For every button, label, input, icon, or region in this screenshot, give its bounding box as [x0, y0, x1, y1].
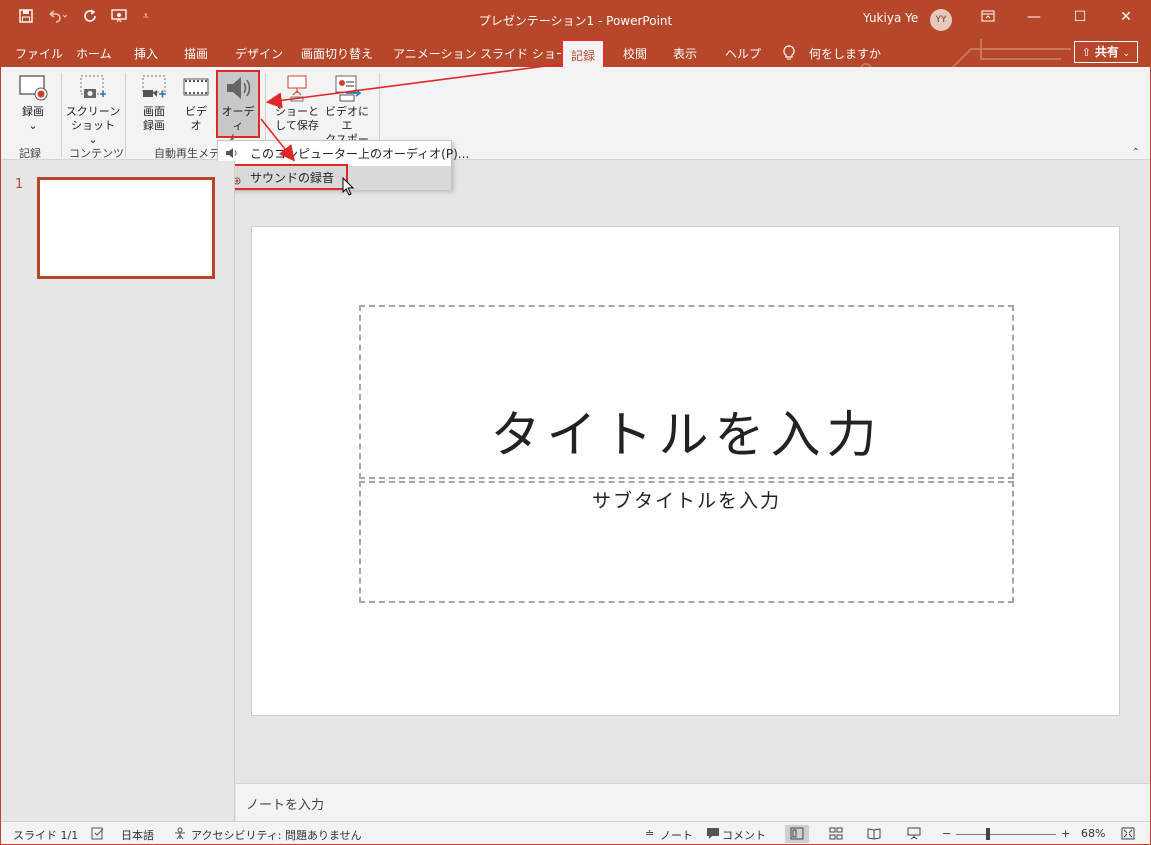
zoom-slider[interactable] [956, 834, 1056, 835]
language-indicator[interactable]: 日本語 [121, 827, 154, 843]
notes-placeholder: ノートを入力 [246, 798, 325, 813]
slide-thumbnail[interactable] [37, 177, 215, 279]
slide-canvas[interactable]: タイトルを入力 サブタイトルを入力 [251, 226, 1120, 716]
slide-sorter-icon[interactable] [829, 827, 843, 840]
zoom-out-icon[interactable]: − [942, 827, 951, 840]
comments-toggle[interactable]: コメント [722, 827, 766, 843]
subtitle-placeholder[interactable]: サブタイトルを入力 [359, 481, 1014, 603]
slideshow-view-icon[interactable] [907, 827, 921, 840]
spelling-check-icon[interactable] [91, 827, 105, 840]
zoom-in-icon[interactable]: + [1061, 827, 1070, 840]
mouse-cursor-icon [342, 177, 355, 196]
title-placeholder[interactable]: タイトルを入力 [359, 305, 1014, 479]
fit-to-window-icon[interactable] [1121, 827, 1135, 840]
slide-number: 1 [15, 177, 24, 192]
zoom-level[interactable]: 68% [1081, 827, 1105, 840]
status-bar: スライド 1/1 日本語 アクセシビリティ: 問題ありません ≐ ノート コメン… [1, 821, 1150, 844]
title-placeholder-text: タイトルを入力 [490, 406, 883, 464]
notes-toggle-icon[interactable]: ≐ [645, 827, 654, 840]
zoom-slider-thumb[interactable] [986, 828, 990, 840]
slide-thumbnail-pane: 1 [1, 161, 235, 821]
subtitle-placeholder-text: サブタイトルを入力 [591, 490, 781, 512]
comment-icon[interactable] [706, 827, 720, 840]
accessibility-icon [173, 827, 187, 840]
slide-indicator: スライド 1/1 [13, 829, 79, 842]
powerpoint-window: ⩡ プレゼンテーション1 - PowerPoint Yukiya Ye YY —… [0, 0, 1151, 845]
notes-toggle[interactable]: ノート [660, 827, 693, 843]
notes-pane[interactable]: ノートを入力 [236, 783, 1150, 821]
accessibility-status[interactable]: アクセシビリティ: 問題ありません [191, 827, 362, 843]
reading-view-icon[interactable] [867, 827, 881, 840]
normal-view-icon[interactable] [790, 827, 804, 840]
